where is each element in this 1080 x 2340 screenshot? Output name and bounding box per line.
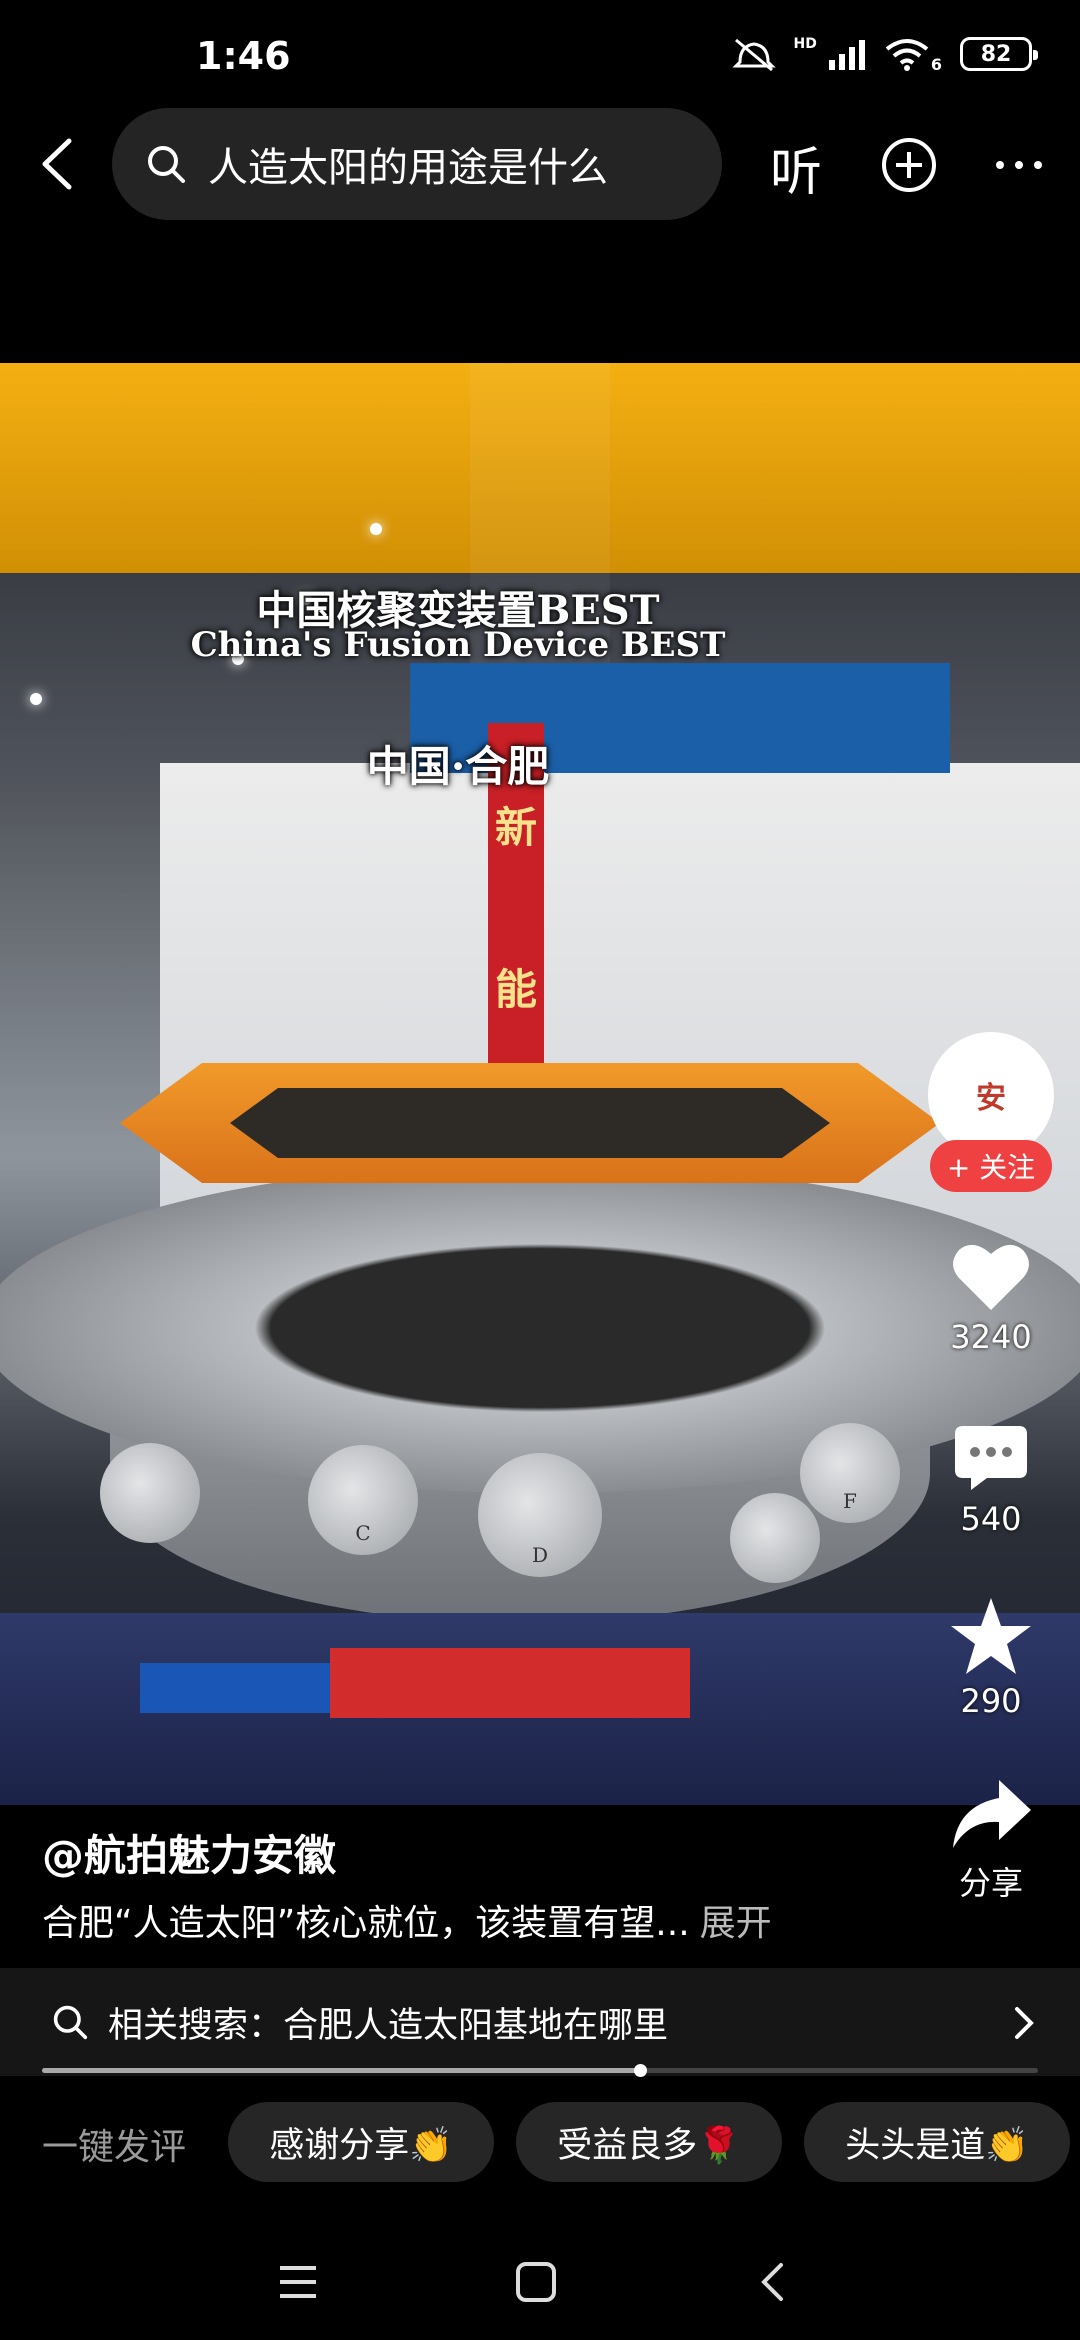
- avatar-text: 安: [976, 1081, 1006, 1116]
- wifi-icon: [885, 37, 929, 71]
- banner-char: 新: [494, 802, 537, 852]
- related-search-bar[interactable]: 相关搜索：合肥人造太阳基地在哪里: [0, 1968, 1080, 2076]
- system-nav-bar: [0, 2230, 1080, 2340]
- expand-link[interactable]: 展开: [700, 1903, 772, 1944]
- video-progress-bar[interactable]: [42, 2064, 1038, 2077]
- status-time: 1:46: [196, 34, 291, 78]
- chevron-right-icon: [1015, 2007, 1034, 2039]
- like-button[interactable]: 3240: [930, 1240, 1052, 1356]
- port-cylinder: [100, 1443, 200, 1543]
- share-label: 分享: [958, 1864, 1023, 1902]
- add-button[interactable]: [880, 136, 938, 194]
- quick-comment-chip[interactable]: 头头是道👏: [804, 2102, 1070, 2182]
- header: 人造太阳的用途是什么 听: [0, 108, 1080, 220]
- author-name[interactable]: @航拍魅力安徽: [42, 1822, 336, 1883]
- search-icon: [53, 2005, 88, 2040]
- back-button[interactable]: [26, 134, 86, 194]
- video-description: 合肥“人造太阳”核心就位，该装置有望... 展开: [42, 1894, 772, 1946]
- quick-comment-label: 一键发评: [42, 2127, 187, 2168]
- share-icon: [953, 1780, 1031, 1848]
- like-count: 3240: [950, 1318, 1032, 1356]
- banner-char: 能: [494, 965, 537, 1015]
- favorite-button[interactable]: 290: [930, 1596, 1052, 1720]
- menu-button[interactable]: [268, 2252, 328, 2312]
- home-icon: [516, 2262, 556, 2302]
- more-icon: [996, 161, 1042, 169]
- blue-banner: [140, 1663, 360, 1713]
- comment-count: 540: [960, 1500, 1022, 1538]
- port-cylinder: [730, 1493, 820, 1583]
- progress-knob[interactable]: [633, 2064, 647, 2077]
- listen-button[interactable]: 听: [770, 130, 822, 205]
- signal-icon: [827, 38, 867, 70]
- port-cylinder: D: [478, 1453, 602, 1577]
- battery-icon: 82: [960, 37, 1038, 71]
- port-cylinder: F: [800, 1423, 900, 1523]
- menu-icon: [280, 2266, 316, 2298]
- cylinder-label: D: [531, 1543, 549, 1567]
- description-text: 合肥“人造太阳”核心就位，该装置有望...: [42, 1903, 690, 1944]
- star-icon: [951, 1598, 1031, 1674]
- heart-icon: [953, 1244, 1029, 1310]
- quick-comment-chip[interactable]: 受益良多🌹: [516, 2102, 782, 2182]
- cylinder-label: C: [355, 1521, 371, 1545]
- cylinder-label: F: [843, 1489, 857, 1513]
- mute-icon: [731, 36, 776, 72]
- quick-comment-chip[interactable]: 感谢分享👏: [228, 2102, 494, 2182]
- related-search-text: 相关搜索：合肥人造太阳基地在哪里: [108, 2005, 669, 2046]
- add-icon: [882, 138, 936, 192]
- lifting-frame-inner: [230, 1088, 830, 1158]
- share-button[interactable]: 分享: [930, 1776, 1052, 1904]
- back-nav-button[interactable]: [742, 2252, 802, 2312]
- video-caption-en: China's Fusion Device BEST: [190, 625, 726, 665]
- port-cylinder: C: [308, 1445, 418, 1555]
- hd-label: HD: [793, 36, 817, 52]
- comment-icon: [955, 1426, 1027, 1490]
- search-input[interactable]: 人造太阳的用途是什么: [112, 108, 722, 220]
- video-location: 中国·合肥: [366, 742, 550, 791]
- status-icons: HD 6 82: [731, 36, 1038, 74]
- comment-button[interactable]: 540: [930, 1422, 1052, 1538]
- home-button[interactable]: [506, 2252, 566, 2312]
- search-query: 人造太阳的用途是什么: [208, 145, 608, 191]
- status-bar: 1:46 HD 6 82: [0, 0, 1080, 110]
- favorite-count: 290: [960, 1682, 1022, 1720]
- back-icon: [42, 138, 72, 190]
- back-nav-icon: [761, 2263, 783, 2301]
- red-slogan-banner: [330, 1648, 690, 1718]
- search-icon: [148, 146, 185, 183]
- more-button[interactable]: [990, 136, 1048, 194]
- follow-button[interactable]: + 关注: [930, 1140, 1052, 1192]
- progress-fill: [42, 2068, 640, 2073]
- quick-comment-bar: 一键发评 感谢分享👏 受益良多🌹 头头是道👏: [0, 2102, 1080, 2182]
- network-label: 6: [930, 54, 942, 74]
- video-player[interactable]: 新 能 载 梦 C D F 中国核聚变装置BEST China's Fusion…: [0, 363, 1080, 1805]
